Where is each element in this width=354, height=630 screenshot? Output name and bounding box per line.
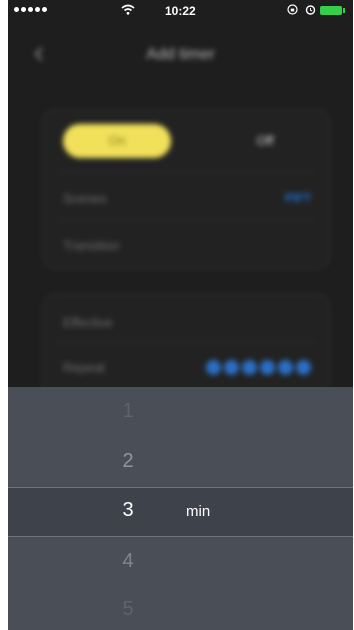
off-toggle-button[interactable]: Off	[211, 124, 319, 158]
on-toggle-button[interactable]: On	[63, 124, 171, 158]
repeat-day-dot[interactable]	[242, 360, 257, 375]
divider	[57, 172, 315, 173]
blurred-background-content: Add timer On Off Scenes PIFT Transition …	[8, 20, 353, 416]
battery-tip	[343, 8, 345, 13]
schedule-card: On Off Scenes PIFT Transition	[42, 109, 330, 269]
rotation-lock-icon	[287, 4, 298, 15]
picker-unit-label: min	[186, 503, 211, 520]
repeat-day-dot[interactable]	[260, 360, 275, 375]
divider	[57, 342, 315, 343]
repeat-day-dot[interactable]	[224, 360, 239, 375]
picker-option[interactable]: 2	[117, 450, 139, 473]
alarm-icon	[305, 5, 316, 15]
effective-label[interactable]: Effective	[63, 315, 113, 330]
picker-option[interactable]: 4	[117, 550, 139, 573]
repeat-label: Repeat	[63, 360, 105, 375]
status-bar: 10:22	[8, 0, 353, 20]
picker-option[interactable]: 5	[117, 598, 139, 621]
transition-label[interactable]: Transition	[63, 238, 120, 253]
repeat-day-selector[interactable]	[206, 360, 311, 375]
repeat-day-dot[interactable]	[206, 360, 221, 375]
status-time: 10:22	[165, 4, 196, 18]
scenes-value[interactable]: PIFT	[285, 191, 311, 205]
repeat-day-dot[interactable]	[296, 360, 311, 375]
phone-screen: 10:22 Add timer On Off Scenes PIFT Trans…	[8, 0, 353, 630]
page-title: Add timer	[146, 46, 215, 63]
minute-picker[interactable]: 1 2 3 min 4 5	[8, 387, 353, 630]
picker-option[interactable]: 1	[117, 400, 139, 423]
picker-option-selected[interactable]: 3	[117, 499, 139, 522]
wifi-icon	[121, 4, 135, 15]
divider	[57, 220, 315, 221]
battery-icon	[320, 6, 342, 15]
picker-selection-band	[8, 487, 353, 537]
scenes-label: Scenes	[63, 191, 107, 206]
signal-dots-icon	[14, 7, 47, 12]
repeat-day-dot[interactable]	[278, 360, 293, 375]
